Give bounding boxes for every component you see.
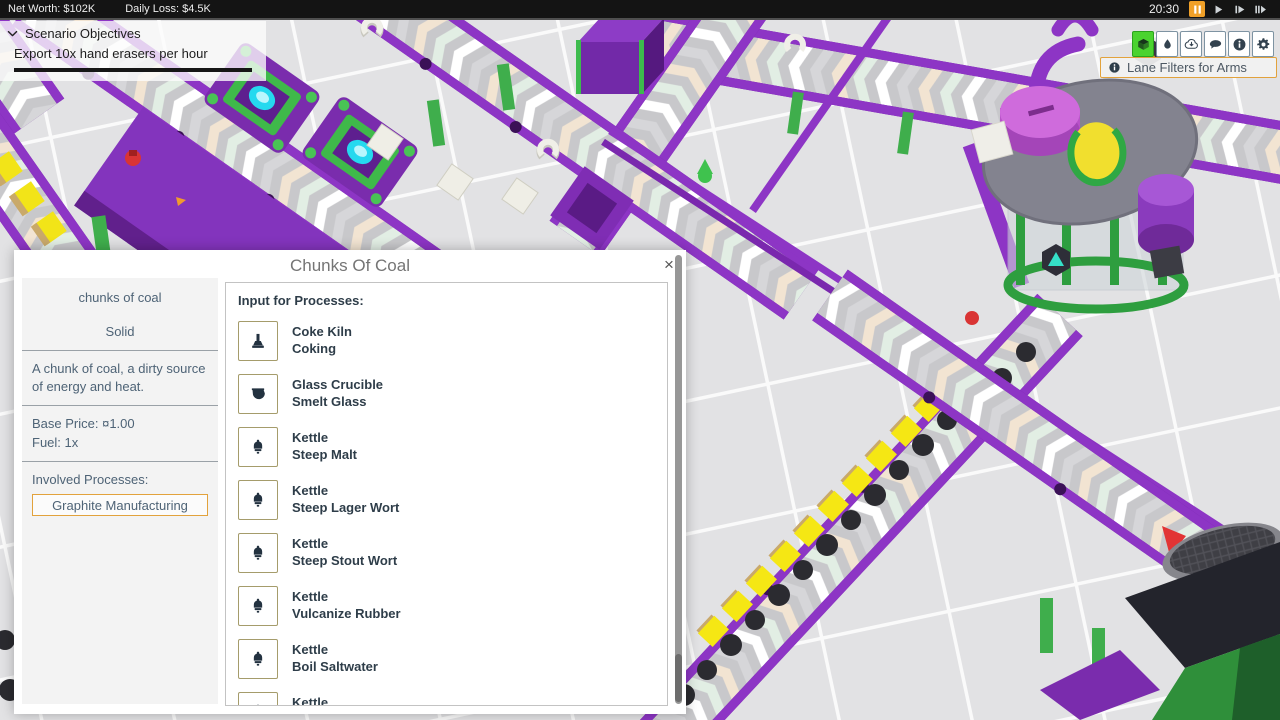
kettle-icon [238,427,278,467]
input-processes-panel: Input for Processes: Coke Kiln Coking [225,282,668,706]
process-name: Vulcanize Rubber [292,605,401,622]
toolbar-button[interactable] [1252,31,1274,57]
involved-processes-label: Involved Processes: [32,471,208,489]
cloud-icon [1184,37,1199,52]
kettle-icon [238,586,278,626]
game-clock: 20:30 [1149,2,1179,16]
process-name: Steep Malt [292,446,357,463]
base-price: Base Price: ¤1.00 [32,415,208,433]
chevron-down-icon[interactable] [6,27,19,40]
item-info-dialog: Chunks Of Coal × chunks of coal Solid A … [14,250,686,714]
play-icon [1212,3,1225,16]
scrollbar-track[interactable] [675,255,682,704]
kettle-icon [238,533,278,573]
process-list-item[interactable]: Kettle Steep Malt [238,427,655,467]
objective-progress-bar [14,68,252,72]
item-details-panel: chunks of coal Solid A chunk of coal, a … [22,278,218,704]
process-list-item[interactable]: Kettle Boil Saltwater [238,639,655,679]
process-name: Coking [292,340,352,357]
machine-name: Kettle [292,588,401,605]
divider [22,350,218,351]
objective-text: Export 10x hand erasers per hour [0,46,266,61]
playback-button[interactable] [1210,1,1226,17]
cube-icon [1136,37,1151,52]
game-window: Net Worth: $102K Daily Loss: $4.5K 20:30 [0,0,1280,720]
process-name: Boil Saltwater [292,658,378,675]
machine-name: Kettle [292,694,328,706]
toolbar-button[interactable] [1180,31,1202,57]
info-icon [1232,37,1247,52]
toolbar-button[interactable] [1204,31,1226,57]
playback-controls [1189,1,1268,17]
machine-name: Glass Crucible [292,376,383,393]
process-list: Coke Kiln Coking Glass Crucible Smelt Gl… [238,321,655,706]
play-fast-icon [1233,3,1246,16]
scrollbar-thumb[interactable] [675,654,682,702]
gear-icon [1256,37,1271,52]
divider [22,405,218,406]
lane-filters-tooltip: Lane Filters for Arms [1100,57,1277,78]
pause-icon [1191,3,1204,16]
toolbar-button[interactable] [1228,31,1250,57]
playback-button[interactable] [1252,1,1268,17]
fuel-value: Fuel: 1x [32,434,208,452]
toolbar-button[interactable] [1132,31,1154,57]
speech-bubble-icon [1208,37,1223,52]
toolbar-button[interactable] [1156,31,1178,57]
scenario-objectives-panel: Scenario Objectives Export 10x hand eras… [0,21,266,81]
process-list-item[interactable]: Kettle Steep Lager Wort [238,480,655,520]
item-name: chunks of coal [32,289,208,307]
process-list-item[interactable]: Kettle Vulcanize Rubber [238,586,655,626]
info-icon [1108,61,1121,74]
process-list-item[interactable]: Kettle Steep Stout Wort [238,533,655,573]
involved-process-button[interactable]: Graphite Manufacturing [32,494,208,516]
playback-button[interactable] [1231,1,1247,17]
process-name: Steep Lager Wort [292,499,399,516]
kettle-icon [238,692,278,706]
divider [22,461,218,462]
item-state: Solid [32,323,208,341]
machine-name: Kettle [292,535,397,552]
machine-name: Kettle [292,482,399,499]
processes-header: Input for Processes: [238,293,655,308]
kettle-icon [238,639,278,679]
droplet-icon [1160,37,1175,52]
play-fastest-icon [1254,3,1267,16]
machine-name: Kettle [292,429,357,446]
net-worth-value: Net Worth: $102K [8,3,95,15]
process-list-item[interactable]: Kettle [238,692,655,706]
kettle-icon [238,480,278,520]
process-name: Smelt Glass [292,393,383,410]
process-list-item[interactable]: Coke Kiln Coking [238,321,655,361]
kiln-icon [238,321,278,361]
crucible-icon [238,374,278,414]
overlay-toolbar [1132,31,1274,57]
machine-name: Coke Kiln [292,323,352,340]
machine-name: Kettle [292,641,378,658]
process-list-item[interactable]: Glass Crucible Smelt Glass [238,374,655,414]
objectives-title: Scenario Objectives [25,26,141,41]
process-name: Steep Stout Wort [292,552,397,569]
playback-button[interactable] [1189,1,1205,17]
daily-loss-value: Daily Loss: $4.5K [125,3,211,15]
top-status-bar: Net Worth: $102K Daily Loss: $4.5K 20:30 [0,0,1280,20]
item-description: A chunk of coal, a dirty source of energ… [32,360,208,396]
tooltip-text: Lane Filters for Arms [1127,60,1247,75]
